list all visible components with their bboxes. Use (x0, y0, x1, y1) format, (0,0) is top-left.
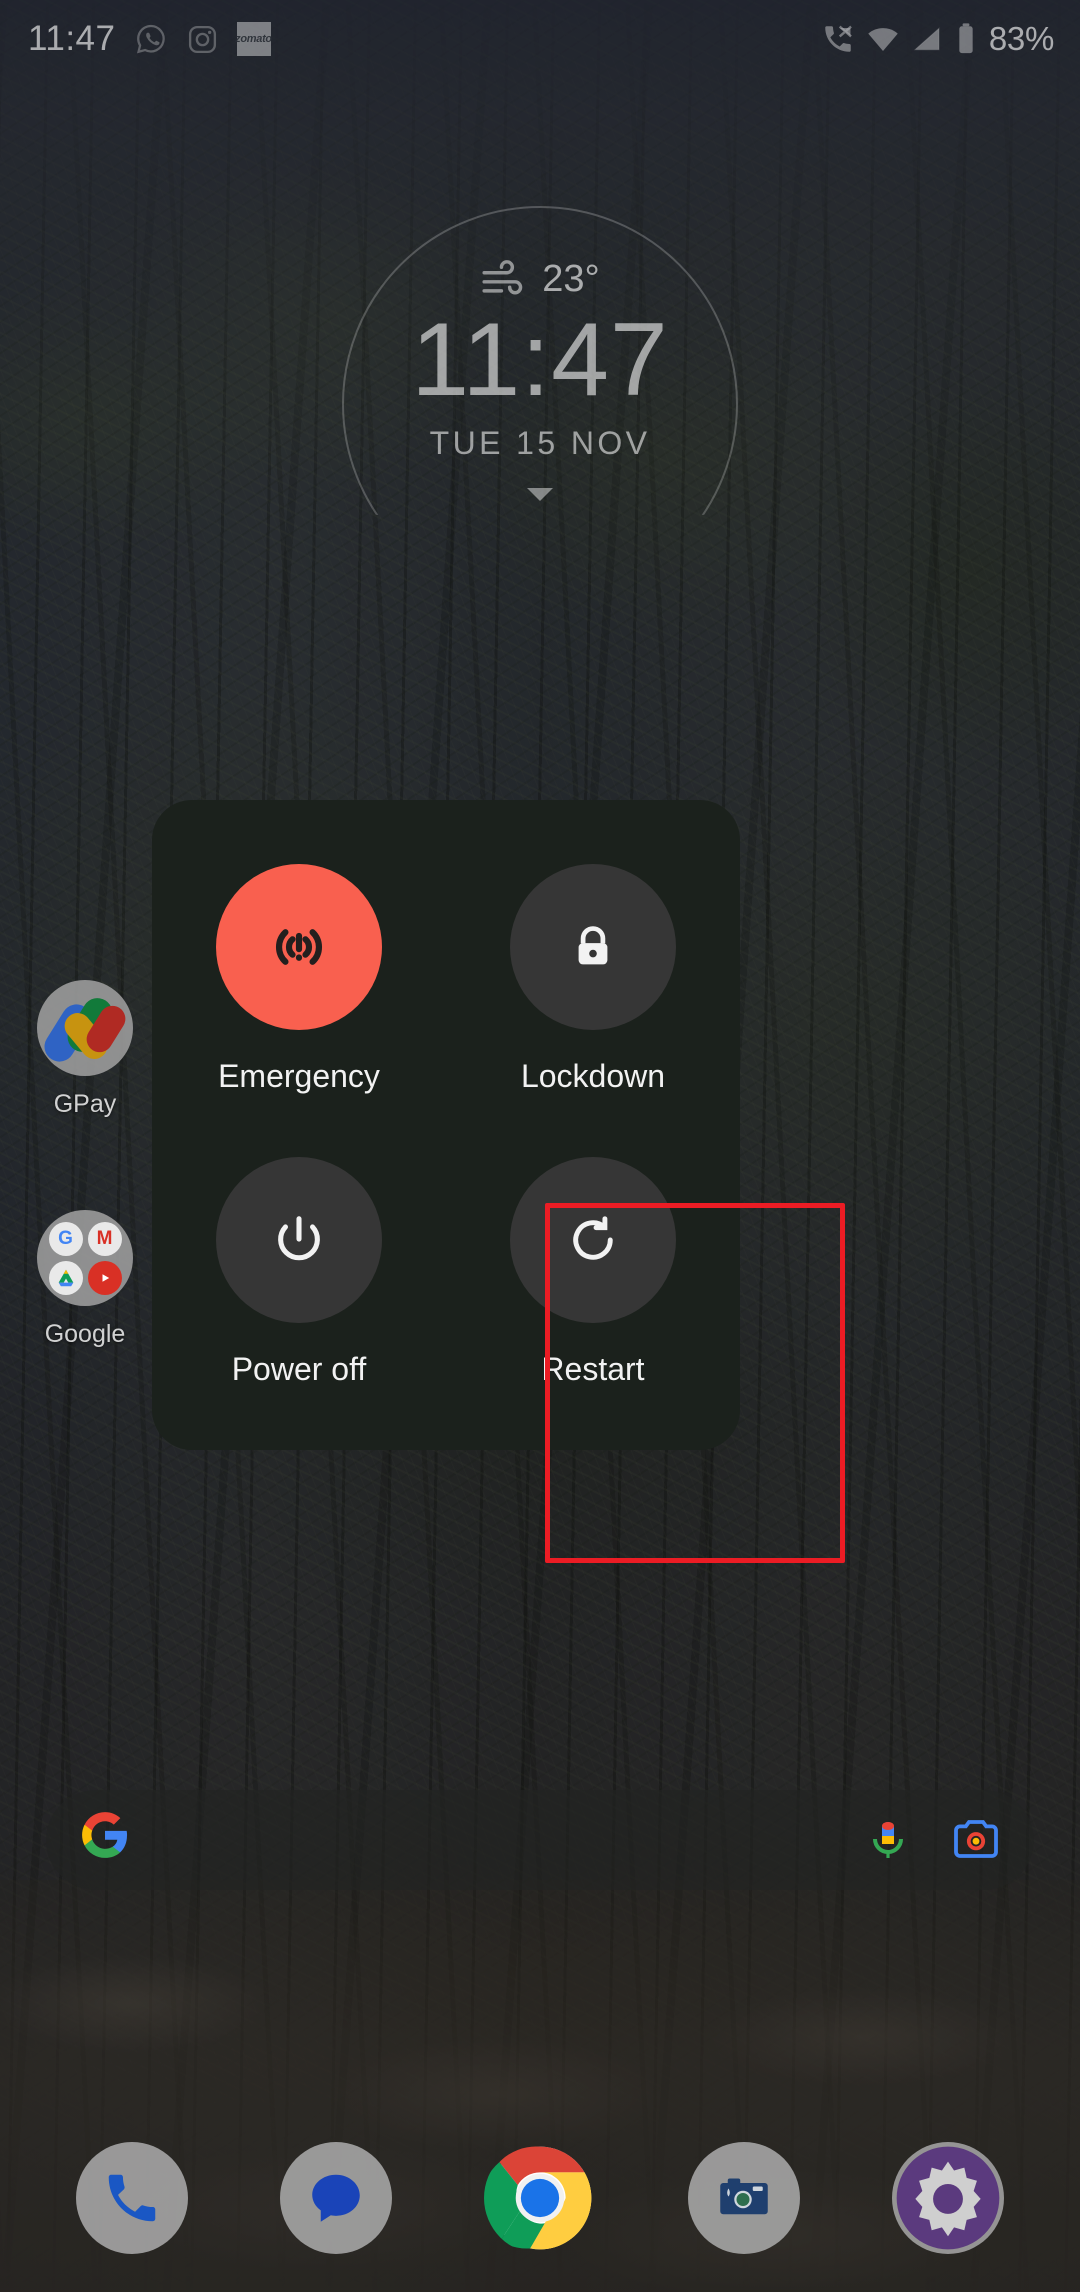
zomato-icon: zomato (235, 22, 272, 56)
power-icon[interactable] (216, 1157, 382, 1323)
google-search-bar[interactable] (46, 1790, 1034, 1890)
gpay-icon (37, 980, 133, 1076)
power-menu-dialog: Emergency Lockdown Power off Restart (152, 800, 740, 1450)
emergency-broadcast-icon[interactable] (216, 864, 382, 1030)
power-menu-item-restart[interactable]: Restart (446, 1139, 740, 1410)
dock-chrome-icon[interactable] (484, 2142, 596, 2254)
status-bar-left: 11:47 zomato (28, 19, 272, 59)
windy-icon (482, 259, 523, 294)
clock-weather-widget[interactable]: 23° 11:47 TUE 15 NOV (0, 206, 1080, 515)
status-bar-clock: 11:47 (28, 19, 116, 58)
status-bar: 11:47 zomato 83% (0, 0, 1080, 78)
battery-percent-label: 83% (988, 20, 1054, 57)
gmail-mini-icon: M (87, 1221, 122, 1256)
restart-rotate-icon[interactable] (510, 1157, 676, 1323)
drive-mini-icon (48, 1260, 83, 1295)
power-menu-grid: Emergency Lockdown Power off Restart (152, 846, 740, 1410)
weather-row[interactable]: 23° (480, 258, 600, 301)
google-g-icon (80, 1810, 130, 1871)
wifi-icon (868, 28, 898, 52)
power-menu-item-label: Restart (541, 1351, 645, 1387)
status-bar-right: 83% (821, 20, 1054, 58)
caret-down-icon[interactable] (527, 488, 553, 502)
dock-phone-icon[interactable] (76, 2142, 188, 2254)
weather-temperature: 23° (542, 258, 600, 300)
power-menu-item-power-off[interactable]: Power off (152, 1139, 446, 1410)
microphone-icon[interactable] (864, 1816, 912, 1864)
instagram-icon (188, 25, 216, 53)
battery-icon (959, 23, 973, 54)
power-menu-item-label: Lockdown (520, 1058, 666, 1094)
lock-icon[interactable] (510, 864, 676, 1030)
home-app-gpay[interactable]: GPay (10, 980, 160, 1119)
dock (0, 2128, 1080, 2268)
home-app-label: GPay (53, 1090, 117, 1118)
power-menu-item-label: Emergency (218, 1058, 380, 1094)
google-search-mini-icon: G (48, 1221, 83, 1256)
power-menu-item-lockdown[interactable]: Lockdown (446, 846, 740, 1117)
power-menu-item-emergency[interactable]: Emergency (152, 846, 446, 1117)
play-store-mini-icon (87, 1260, 122, 1295)
google-lens-icon[interactable] (952, 1816, 1000, 1864)
call-signal-icon (825, 25, 852, 52)
google-folder-icon: G M (37, 1210, 133, 1306)
dock-settings-icon[interactable] (892, 2142, 1004, 2254)
dock-camera-icon[interactable] (688, 2142, 800, 2254)
dock-messages-icon[interactable] (280, 2142, 392, 2254)
widget-date[interactable]: TUE 15 NOV (430, 425, 651, 462)
power-menu-item-label: Power off (231, 1351, 367, 1387)
cellular-signal-icon (913, 27, 940, 51)
widget-clock[interactable]: 11:47 (411, 307, 669, 413)
home-app-label: Google (44, 1320, 126, 1348)
home-app-google-folder[interactable]: G M Google (10, 1210, 160, 1349)
whatsapp-icon (136, 24, 165, 54)
